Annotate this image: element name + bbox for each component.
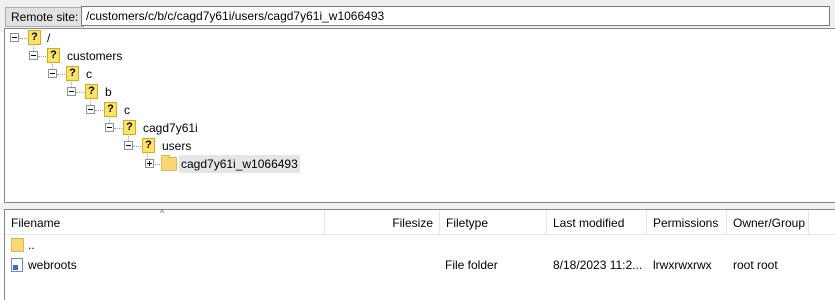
unknown-folder-icon: ? [104, 102, 117, 117]
unknown-folder-icon: ? [123, 120, 136, 135]
unknown-folder-icon: ? [28, 30, 41, 45]
column-header-permissions[interactable]: Permissions [647, 210, 727, 234]
tree-node-label: cagd7y61i [143, 121, 198, 135]
collapse-icon[interactable] [86, 105, 95, 114]
collapse-icon[interactable] [48, 69, 57, 78]
collapse-icon[interactable] [10, 33, 19, 42]
tree-node-label: cagd7y61i_w1066493 [179, 155, 300, 173]
file-list-header: ^ Filename Filesize Filetype Last modifi… [5, 210, 835, 235]
unknown-folder-icon: ? [85, 84, 98, 99]
parent-folder-icon [11, 238, 24, 252]
folder-icon [161, 155, 177, 171]
remote-site-path-input[interactable]: /customers/c/b/c/cagd7y61i/users/cagd7y6… [81, 6, 830, 26]
remote-directory-tree[interactable]: ? / ? customers ? c ? b ? c ? cagd7y61i … [4, 28, 835, 203]
cell-filename: webroots [28, 258, 77, 272]
column-header-filename[interactable]: Filename [5, 210, 325, 234]
tree-node-label: users [162, 139, 192, 153]
tree-node-label: c [86, 67, 92, 81]
unknown-folder-icon: ? [47, 48, 60, 63]
collapse-icon[interactable] [105, 123, 114, 132]
file-row-webroots[interactable]: webroots File folder 8/18/2023 11:2... l… [5, 255, 835, 275]
column-header-owner-group[interactable]: Owner/Group [727, 210, 809, 234]
cell-filetype: File folder [445, 258, 498, 272]
collapse-icon[interactable] [124, 141, 133, 150]
collapse-icon[interactable] [29, 51, 38, 60]
file-row-parent[interactable]: .. [5, 235, 835, 255]
cell-filesize [325, 255, 434, 275]
cell-owner-group: root root [733, 258, 778, 272]
tree-node-label: / [47, 31, 51, 45]
symlink-folder-icon [11, 258, 23, 272]
cell-permissions: lrwxrwxrwx [653, 258, 712, 272]
cell-last-modified: 8/18/2023 11:2... [553, 258, 643, 272]
cell-filename: .. [28, 238, 35, 252]
tree-node-label: c [124, 103, 130, 117]
unknown-folder-icon: ? [66, 66, 79, 81]
tree-node-label: customers [67, 49, 123, 63]
collapse-icon[interactable] [67, 87, 76, 96]
column-header-filetype[interactable]: Filetype [440, 210, 547, 234]
column-header-last-modified[interactable]: Last modified [547, 210, 647, 234]
unknown-folder-icon: ? [142, 138, 155, 153]
column-header-filesize[interactable]: Filesize [325, 210, 440, 234]
remote-file-list[interactable]: ^ Filename Filesize Filetype Last modifi… [4, 209, 835, 300]
tree-node-label: b [105, 85, 112, 99]
remote-site-label: Remote site: [5, 7, 85, 27]
expand-icon[interactable] [145, 159, 154, 168]
